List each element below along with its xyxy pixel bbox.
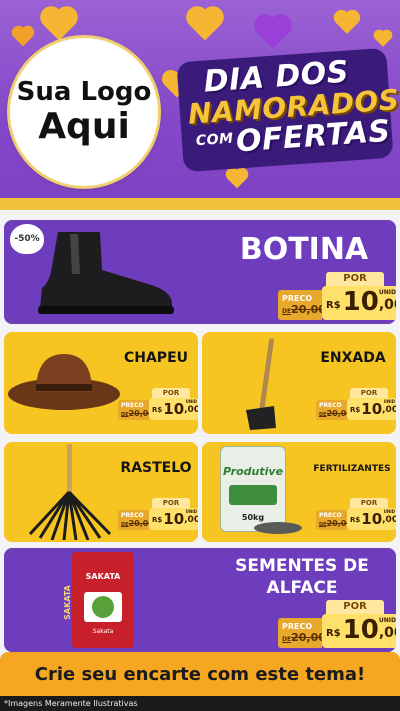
old-price: PRECO DE20,00 — [118, 510, 154, 530]
product-card-rastelo[interactable]: RASTELO POR PRECO DE20,00 R$ 10 ,00 UNID — [4, 442, 198, 542]
old-price: PRECO DE20,00 — [316, 510, 352, 530]
price-tag: POR PRECO DE20,00 R$ 10 ,00 UNID — [316, 388, 396, 420]
heart-icon — [375, 31, 391, 47]
new-price: R$ 10 ,00 UNID — [149, 508, 198, 530]
granules — [254, 522, 302, 534]
hero-divider — [0, 198, 400, 210]
price-tag: POR PRECO DE20,00 R$ 10 ,00 UNID — [118, 388, 198, 420]
old-price: PRECO DE20,00 — [118, 400, 154, 420]
heart-icon — [43, 9, 75, 41]
por-label: POR — [326, 272, 384, 286]
price-tag: POR PRECO DE20,00 R$ 10 ,00 UNID — [278, 600, 396, 648]
hero-banner: Sua Logo Aqui DIA DOS NAMORADOS COM OFER… — [0, 0, 400, 210]
product-card-botina[interactable]: -50% BOTINA POR PRECO DE20,00 R$ 10 ,00 … — [4, 220, 396, 324]
event-com: COM — [195, 130, 235, 150]
hoe-icon — [246, 338, 276, 430]
fertilizer-bag-icon: Produtive 50kg — [220, 446, 286, 532]
price-tag: POR PRECO DE20,00 R$ 10 ,00 UNID — [278, 272, 396, 320]
disclaimer: *Imagens Meramente Ilustrativas — [0, 696, 400, 711]
cta-banner[interactable]: Crie seu encarte com este tema! — [0, 652, 400, 696]
heart-icon — [189, 9, 221, 41]
cta-text: Crie seu encarte com este tema! — [34, 663, 366, 685]
heart-icon — [227, 169, 247, 189]
rake-icon — [28, 444, 112, 540]
new-price: R$ 10 ,00 UNID — [347, 508, 396, 530]
product-card-fertilizantes[interactable]: Produtive 50kg FERTILIZANTES POR PRECO D… — [202, 442, 396, 542]
old-price: PRECO DE20,00 — [278, 618, 326, 648]
new-price: R$ 10 ,00 UNID — [347, 398, 396, 420]
por-label: POR — [350, 388, 388, 398]
product-name-line-2: ALFACE — [266, 578, 338, 598]
product-card-enxada[interactable]: ENXADA POR PRECO DE20,00 R$ 10 ,00 UNID — [202, 332, 396, 434]
old-price: PRECO DE20,00 — [278, 290, 326, 320]
product-name: BOTINA — [239, 232, 369, 267]
product-card-chapeu[interactable]: CHAPEU POR PRECO DE20,00 R$ 10 ,00 UNID — [4, 332, 198, 434]
new-price: R$ 10 ,00 UNID — [149, 398, 198, 420]
product-name-line-1: SEMENTES DE — [235, 556, 369, 576]
product-name: ENXADA — [320, 350, 386, 366]
new-price: R$ 10 ,00 UNID — [322, 286, 396, 320]
por-label: POR — [326, 600, 384, 614]
event-title: DIA DOS NAMORADOS COM OFERTAS — [176, 47, 400, 173]
product-name: FERTILIZANTES — [313, 464, 391, 474]
heart-icon — [13, 27, 33, 47]
boot-icon — [38, 232, 174, 314]
heart-icon — [336, 12, 358, 34]
por-label: POR — [152, 388, 190, 398]
seed-packet-icon: SAKATA SAKATA Sakata — [63, 552, 134, 648]
price-tag: POR PRECO DE20,00 R$ 10 ,00 UNID — [316, 498, 396, 530]
old-price: PRECO DE20,00 — [316, 400, 352, 420]
por-label: POR — [350, 498, 388, 508]
por-label: POR — [152, 498, 190, 508]
new-price: R$ 10 ,00 UNID — [322, 614, 396, 648]
logo-line-1: Sua Logo — [16, 76, 152, 107]
heart-icon — [257, 17, 289, 49]
product-card-sementes[interactable]: SAKATA SAKATA Sakata SEMENTES DE ALFACE … — [4, 548, 396, 652]
product-name: RASTELO — [120, 460, 192, 476]
logo-line-2: Aqui — [38, 105, 130, 147]
hat-icon — [8, 354, 120, 410]
product-name: CHAPEU — [123, 350, 189, 366]
logo-placeholder: Sua Logo Aqui — [10, 38, 158, 186]
price-tag: POR PRECO DE20,00 R$ 10 ,00 UNID — [118, 498, 198, 530]
